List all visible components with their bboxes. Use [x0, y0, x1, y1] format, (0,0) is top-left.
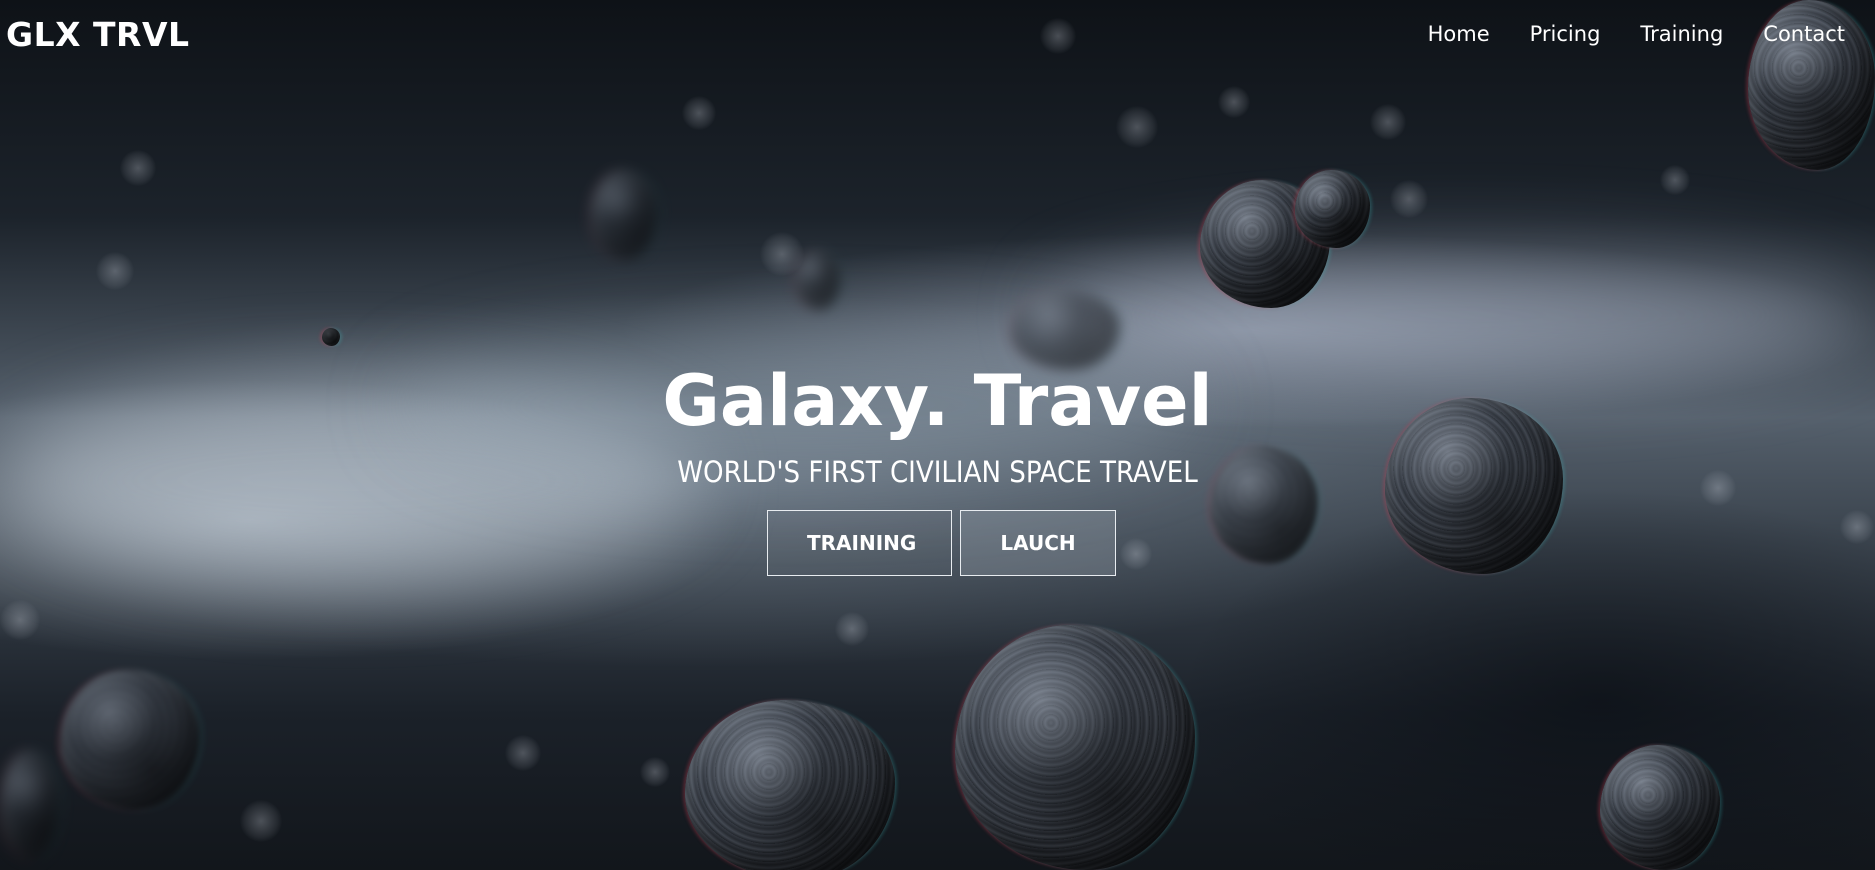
nav-link-training[interactable]: Training: [1640, 22, 1723, 46]
particle: [505, 735, 541, 771]
particle: [1116, 106, 1158, 148]
particle: [640, 757, 670, 787]
top-navbar: GLX TRVL Home Pricing Training Contact: [0, 0, 1875, 72]
asteroid: [795, 250, 841, 310]
asteroid: [590, 170, 658, 260]
particle: [120, 150, 156, 186]
hero-content: Galaxy. Travel WORLD'S FIRST CIVILIAN SP…: [0, 358, 1875, 576]
nav-link-home[interactable]: Home: [1428, 22, 1490, 46]
asteroid: [685, 700, 895, 870]
hero-subtitle: WORLD'S FIRST CIVILIAN SPACE TRAVEL: [677, 455, 1198, 489]
particle: [1218, 86, 1250, 118]
nav-link-pricing[interactable]: Pricing: [1530, 22, 1601, 46]
hero-buttons: TRAINING LAUCH: [0, 510, 1875, 576]
asteroid: [955, 625, 1195, 870]
asteroid: [1600, 745, 1720, 870]
hero-title: Galaxy. Travel: [662, 360, 1213, 442]
asteroid: [60, 670, 200, 810]
particle: [96, 252, 134, 290]
training-button[interactable]: TRAINING: [767, 510, 952, 576]
particle: [1660, 165, 1690, 195]
particle: [682, 96, 716, 130]
brand-logo[interactable]: GLX TRVL: [6, 15, 190, 54]
asteroid: [1295, 170, 1370, 248]
particle: [1370, 104, 1406, 140]
hero-background: GLX TRVL Home Pricing Training Contact G…: [0, 0, 1875, 870]
particle: [240, 800, 282, 842]
launch-button[interactable]: LAUCH: [960, 510, 1116, 576]
nav-link-contact[interactable]: Contact: [1763, 22, 1845, 46]
particle: [835, 612, 869, 646]
particle: [0, 600, 40, 640]
nav-links: Home Pricing Training Contact: [1428, 22, 1845, 46]
asteroid: [0, 750, 60, 860]
particle: [1390, 180, 1428, 218]
asteroid: [322, 328, 340, 346]
